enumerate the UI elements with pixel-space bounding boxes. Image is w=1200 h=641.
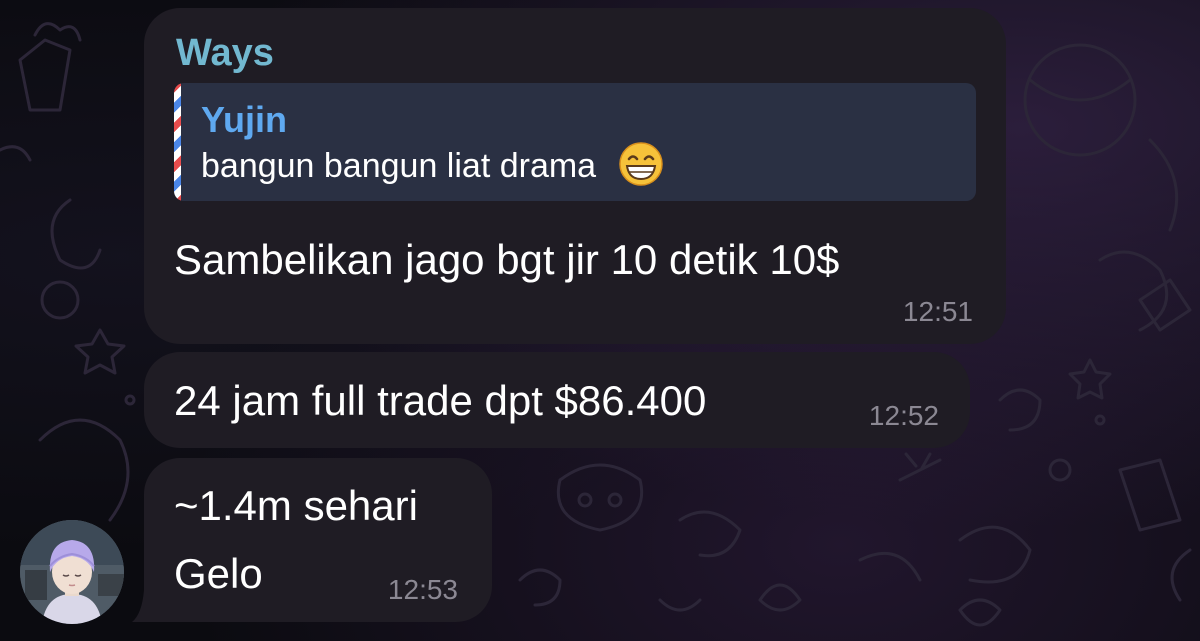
reply-sender-name: Yujin	[201, 99, 288, 140]
sender-name[interactable]: Ways	[176, 32, 274, 75]
message-text: Sambelikan jago bgt jir 10 detik 10$	[174, 236, 840, 283]
message-bubble[interactable]: 24 jam full trade dpt $86.400 12:52	[144, 352, 970, 448]
grinning-face-icon	[618, 142, 663, 186]
message-bubble[interactable]: ~1.4m sehari Gelo 12:53	[144, 458, 492, 622]
message-text-line: ~1.4m sehari	[174, 482, 418, 529]
reply-text: bangun bangun liat drama	[201, 147, 597, 185]
avatar[interactable]	[20, 520, 124, 624]
reply-text-line: bangun bangun liat drama	[201, 142, 664, 187]
reply-accent-bar	[174, 83, 181, 201]
message-text: 24 jam full trade dpt $86.400	[174, 377, 707, 424]
message-time: 12:51	[902, 296, 973, 327]
message-time: 12:53	[387, 574, 458, 605]
message-time: 12:52	[868, 400, 939, 431]
reply-quote[interactable]: Yujin bangun bangun liat drama	[174, 83, 976, 201]
message-bubble[interactable]: Ways Yujin bangun bangun liat drama Samb…	[144, 8, 1006, 344]
avatar-picture	[20, 520, 124, 624]
bubble-tail	[132, 590, 168, 622]
message-text-line: Gelo	[174, 550, 263, 597]
